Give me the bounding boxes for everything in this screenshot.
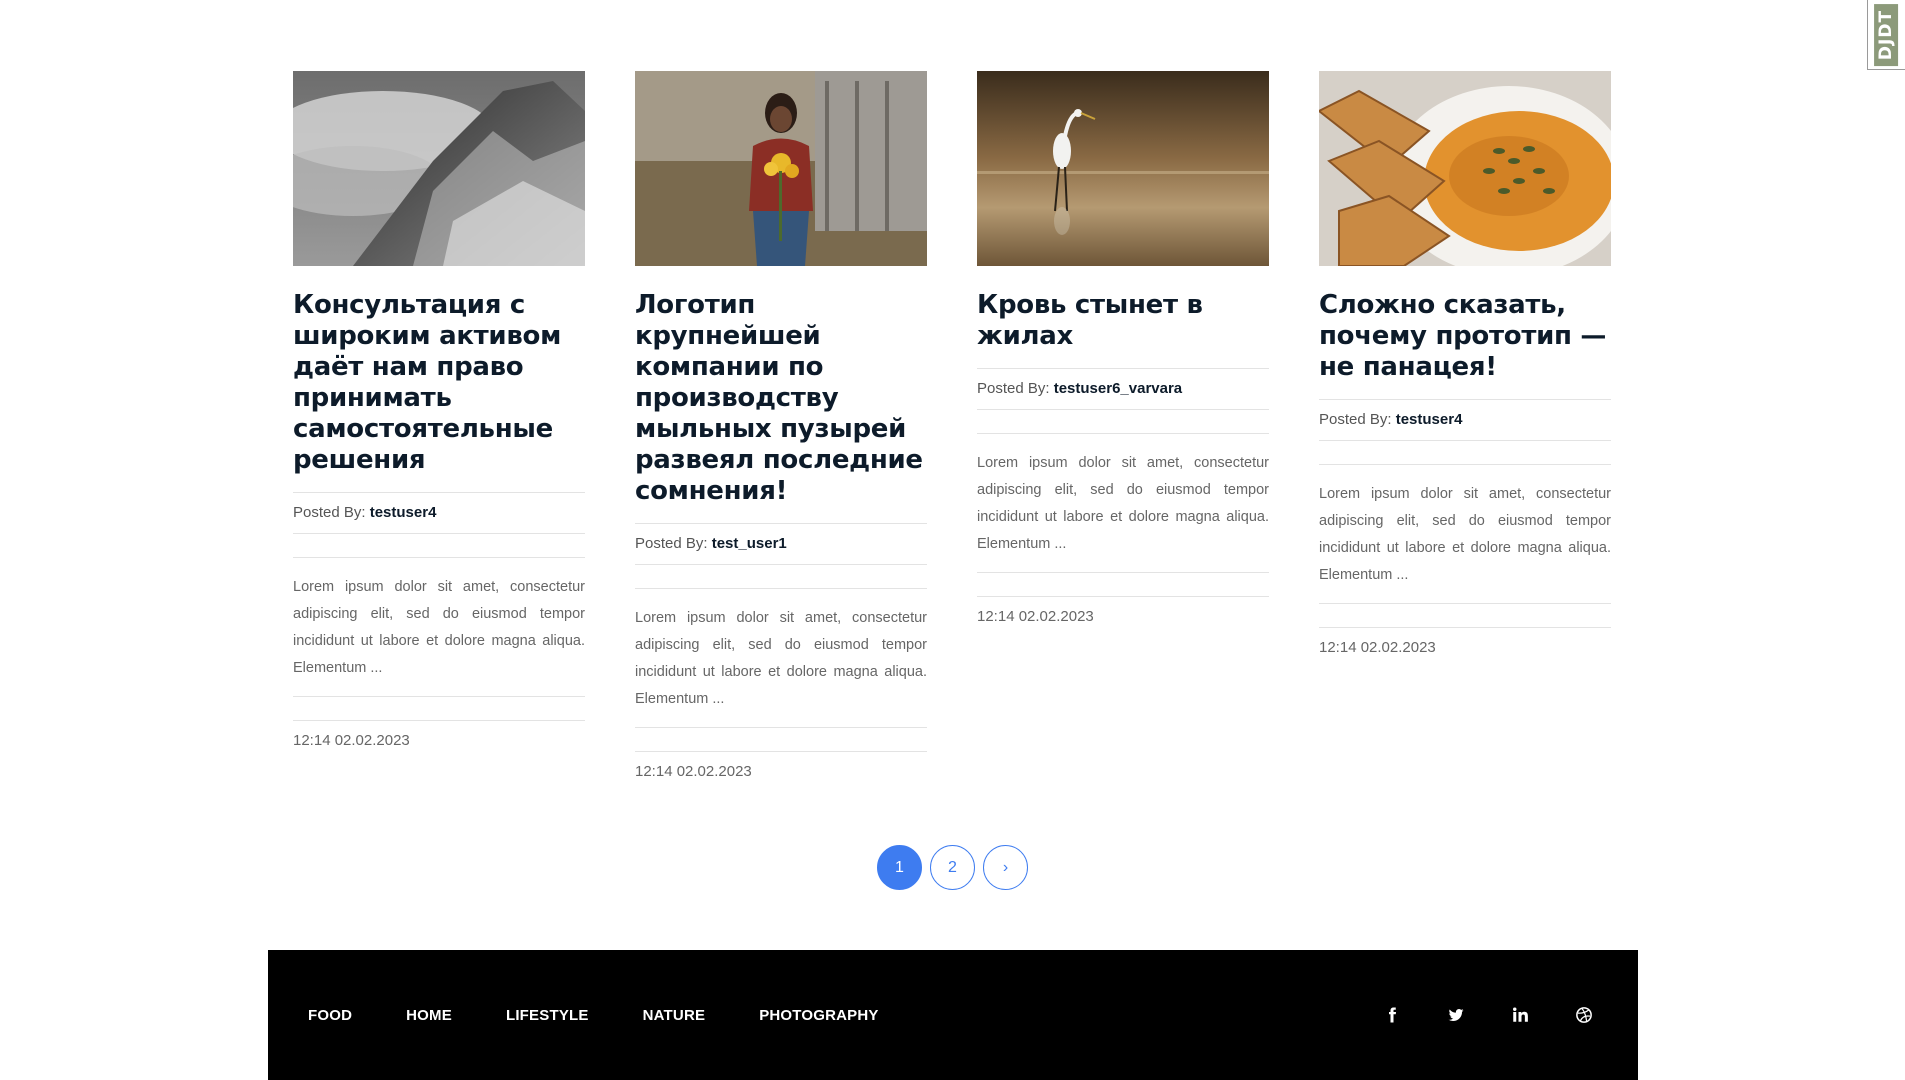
post-meta: Posted By: testuser6_varvara [977, 368, 1269, 410]
post-author[interactable]: testuser6_varvara [1054, 380, 1182, 397]
linkedin-icon[interactable] [1510, 1005, 1530, 1025]
page-1-button[interactable]: 1 [877, 845, 922, 890]
posted-by-label: Posted By: [1319, 411, 1392, 428]
post-excerpt: Lorem ipsum dolor sit amet, consectetur … [977, 433, 1269, 573]
post-title[interactable]: Кровь стынет в жилах [977, 290, 1269, 352]
footer: FOOD HOME LIFESTYLE NATURE PHOTOGRAPHY [268, 950, 1638, 1080]
page-2-button[interactable]: 2 [930, 845, 975, 890]
post-excerpt: Lorem ipsum dolor sit amet, consectetur … [635, 588, 927, 728]
pagination: 1 2 › [0, 845, 1905, 890]
mountain-fog-image [293, 71, 585, 266]
footer-link-food[interactable]: FOOD [308, 1007, 352, 1024]
footer-link-nature[interactable]: NATURE [643, 1007, 706, 1024]
soup-with-bread-image [1319, 71, 1611, 266]
woman-with-flowers-image [635, 71, 927, 266]
post-date: 12:14 02.02.2023 [293, 720, 585, 749]
post-grid: Консультация с широким активом даёт нам … [293, 71, 1613, 780]
post-author[interactable]: testuser4 [1396, 411, 1463, 428]
posted-by-label: Posted By: [293, 504, 366, 521]
post-image-link[interactable] [977, 71, 1269, 266]
posted-by-label: Posted By: [977, 380, 1050, 397]
post-image-link[interactable] [635, 71, 927, 266]
post-card: Сложно сказать, почему прототип — не пан… [1319, 71, 1611, 656]
post-card: Консультация с широким активом даёт нам … [293, 71, 585, 749]
next-page-button[interactable]: › [983, 845, 1028, 890]
post-date: 12:14 02.02.2023 [977, 596, 1269, 625]
debug-toolbar-label: DJDT [1874, 3, 1899, 66]
post-title[interactable]: Логотип крупнейшей компании по производс… [635, 290, 927, 507]
heron-in-water-image [977, 71, 1269, 266]
footer-link-photography[interactable]: PHOTOGRAPHY [759, 1007, 878, 1024]
post-title[interactable]: Консультация с широким активом даёт нам … [293, 290, 585, 476]
footer-nav: FOOD HOME LIFESTYLE NATURE PHOTOGRAPHY [308, 1007, 879, 1024]
post-title[interactable]: Сложно сказать, почему прототип — не пан… [1319, 290, 1611, 383]
posted-by-label: Posted By: [635, 535, 708, 552]
post-excerpt: Lorem ipsum dolor sit amet, consectetur … [1319, 464, 1611, 604]
post-author[interactable]: test_user1 [712, 535, 787, 552]
post-author[interactable]: testuser4 [370, 504, 437, 521]
post-date: 12:14 02.02.2023 [1319, 627, 1611, 656]
post-meta: Posted By: testuser4 [1319, 399, 1611, 441]
post-excerpt: Lorem ipsum dolor sit amet, consectetur … [293, 557, 585, 697]
post-card: Логотип крупнейшей компании по производс… [635, 71, 927, 780]
post-card: Кровь стынет в жилах Posted By: testuser… [977, 71, 1269, 625]
debug-toolbar-handle[interactable]: DJDT [1867, 0, 1905, 70]
footer-link-lifestyle[interactable]: LIFESTYLE [506, 1007, 589, 1024]
post-image-link[interactable] [1319, 71, 1611, 266]
twitter-icon[interactable] [1446, 1005, 1466, 1025]
post-meta: Posted By: testuser4 [293, 492, 585, 534]
footer-link-home[interactable]: HOME [406, 1007, 452, 1024]
dribbble-icon[interactable] [1574, 1005, 1594, 1025]
facebook-icon[interactable] [1382, 1005, 1402, 1025]
post-image-link[interactable] [293, 71, 585, 266]
post-meta: Posted By: test_user1 [635, 523, 927, 565]
social-links [1382, 1005, 1598, 1025]
post-date: 12:14 02.02.2023 [635, 751, 927, 780]
